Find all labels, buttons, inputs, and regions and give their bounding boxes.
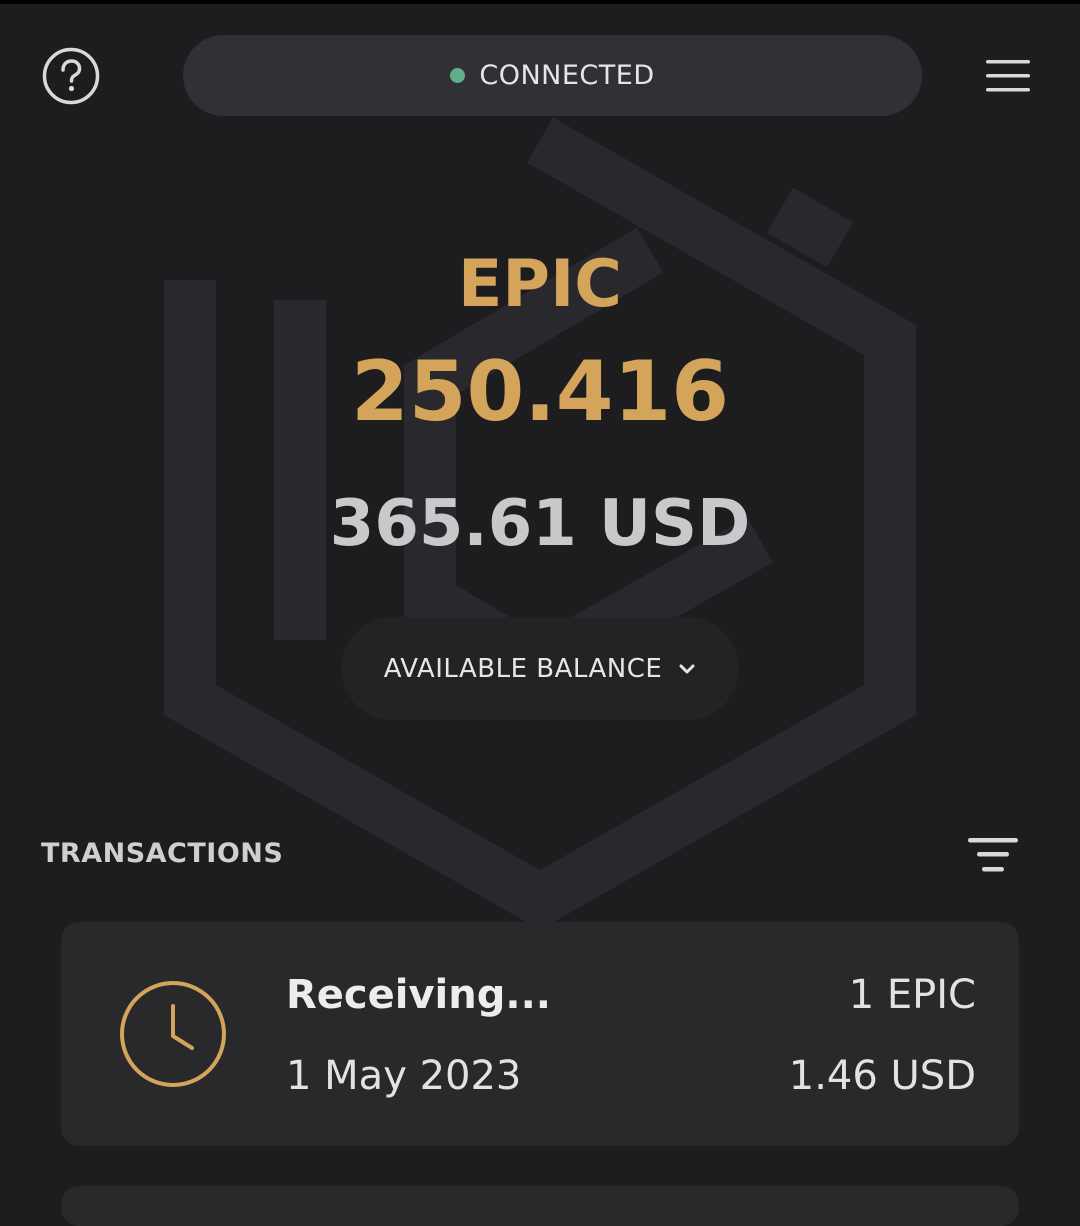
fiat-balance-amount: 365.61 USD xyxy=(329,487,751,561)
transaction-item[interactable]: Receiving... 1 May 2023 1 EPIC 1.46 USD xyxy=(61,922,1019,1146)
filter-button[interactable] xyxy=(966,836,1020,874)
coin-name: EPIC xyxy=(458,247,622,322)
status-indicator-dot xyxy=(450,68,466,83)
transaction-item-partial[interactable] xyxy=(61,1186,1019,1226)
help-button[interactable] xyxy=(42,47,100,105)
top-edge-strip xyxy=(0,0,1080,4)
clock-icon xyxy=(120,981,226,1087)
balance-type-dropdown[interactable]: AVAILABLE BALANCE xyxy=(341,617,739,720)
transaction-fiat-amount: 1.46 USD xyxy=(788,1053,976,1099)
connection-status-pill[interactable]: CONNECTED xyxy=(183,35,922,116)
chevron-down-icon xyxy=(679,664,695,673)
balance-type-label: AVAILABLE BALANCE xyxy=(383,653,663,684)
transactions-heading: TRANSACTIONS xyxy=(41,838,284,869)
transaction-amount: 1 EPIC xyxy=(848,972,976,1018)
connection-status-text: CONNECTED xyxy=(479,60,655,91)
menu-button[interactable] xyxy=(984,57,1032,95)
hamburger-menu-icon xyxy=(986,60,1030,92)
transaction-date: 1 May 2023 xyxy=(286,1053,522,1099)
transaction-status: Receiving... xyxy=(286,972,551,1018)
coin-balance-amount: 250.416 xyxy=(350,343,730,440)
filter-icon xyxy=(968,838,1018,872)
question-circle-icon xyxy=(42,47,100,105)
